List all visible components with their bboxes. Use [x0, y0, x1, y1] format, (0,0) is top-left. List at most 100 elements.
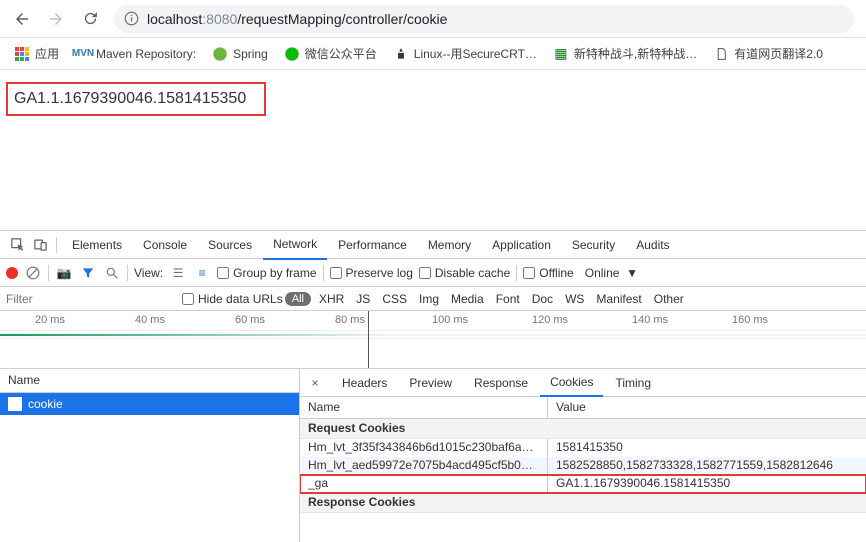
filter-other[interactable]: Other [648, 289, 690, 309]
timeline[interactable]: 20 ms 40 ms 60 ms 80 ms 100 ms 120 ms 14… [0, 311, 866, 369]
filter-icon[interactable] [79, 264, 97, 282]
tab-console[interactable]: Console [133, 231, 197, 259]
cookie-value-display: GA1.1.1679390046.1581415350 [6, 82, 266, 116]
spring-icon [212, 46, 228, 62]
throttling-select[interactable]: Online ▼ [580, 264, 643, 282]
request-name: cookie [28, 397, 63, 411]
tab-preview[interactable]: Preview [399, 370, 462, 396]
device-icon[interactable] [29, 234, 51, 256]
timeline-tick: 40 ms [100, 311, 200, 330]
request-detail: × Headers Preview Response Cookies Timin… [300, 369, 866, 542]
arrow-left-icon [13, 10, 31, 28]
record-button[interactable] [6, 267, 18, 279]
reload-icon [82, 10, 99, 27]
maven-icon: MVN [75, 46, 91, 62]
inspect-icon[interactable] [6, 234, 28, 256]
filter-js[interactable]: JS [350, 289, 376, 309]
file-icon [8, 397, 22, 411]
filter-img[interactable]: Img [413, 289, 445, 309]
tab-network[interactable]: Network [263, 230, 327, 260]
timeline-tick: 60 ms [200, 311, 300, 330]
tab-sources[interactable]: Sources [198, 231, 262, 259]
tab-application[interactable]: Application [482, 231, 561, 259]
tab-memory[interactable]: Memory [418, 231, 481, 259]
bookmarks-bar: 应用 MVN Maven Repository: Spring 微信公众平台 L… [0, 38, 866, 70]
request-list: Name cookie [0, 369, 300, 542]
apps-icon [14, 46, 30, 62]
timeline-tick: 120 ms [500, 311, 600, 330]
preserve-log-checkbox[interactable]: Preserve log [330, 266, 413, 280]
view-label: View: [134, 266, 163, 280]
filter-all[interactable]: All [285, 292, 311, 306]
tab-audits[interactable]: Audits [626, 231, 679, 259]
filter-bar: Hide data URLs All XHR JS CSS Img Media … [0, 287, 866, 311]
tab-response[interactable]: Response [464, 370, 538, 396]
timeline-tick: 160 ms [700, 311, 800, 330]
timeline-tick: 100 ms [400, 311, 500, 330]
filter-ws[interactable]: WS [559, 289, 590, 309]
linux-icon [393, 46, 409, 62]
timeline-tick: 140 ms [600, 311, 700, 330]
wechat-icon [284, 46, 300, 62]
offline-checkbox[interactable]: Offline [523, 266, 573, 280]
tab-cookies[interactable]: Cookies [540, 369, 603, 397]
disable-cache-checkbox[interactable]: Disable cache [419, 266, 510, 280]
waterfall-view-icon[interactable]: ≡ [193, 264, 211, 282]
address-bar[interactable]: localhost:8080/requestMapping/controller… [114, 5, 854, 33]
request-list-header: Name [0, 369, 299, 393]
url-text: localhost:8080/requestMapping/controller… [147, 11, 447, 27]
filter-media[interactable]: Media [445, 289, 490, 309]
cookie-table-header: Name Value [300, 397, 866, 419]
document-icon [713, 46, 729, 62]
browser-toolbar: localhost:8080/requestMapping/controller… [0, 0, 866, 38]
clear-icon[interactable] [24, 264, 42, 282]
tab-timing[interactable]: Timing [605, 370, 661, 396]
cookie-table: Name Value Request Cookies Hm_lvt_3f35f3… [300, 397, 866, 542]
hide-data-urls-checkbox[interactable]: Hide data URLs [182, 292, 283, 306]
bookmark-wechat[interactable]: 微信公众平台 [278, 42, 383, 65]
arrow-right-icon [47, 10, 65, 28]
close-detail-button[interactable]: × [306, 374, 324, 392]
info-icon[interactable] [124, 11, 139, 26]
bookmark-apps[interactable]: 应用 [8, 42, 65, 65]
list-view-icon[interactable]: ☰ [169, 264, 187, 282]
tab-elements[interactable]: Elements [62, 231, 132, 259]
bookmark-youdao[interactable]: 有道网页翻译2.0 [707, 42, 829, 65]
timeline-tick: 20 ms [0, 311, 100, 330]
page-content: GA1.1.1679390046.1581415350 [0, 70, 866, 230]
cookie-row[interactable]: Hm_lvt_aed59972e7075b4acd495cf5b000c257 … [300, 457, 866, 475]
filter-manifest[interactable]: Manifest [590, 289, 647, 309]
response-cookies-section: Response Cookies [300, 493, 866, 513]
request-cookies-section: Request Cookies [300, 419, 866, 439]
search-icon[interactable] [103, 264, 121, 282]
tab-security[interactable]: Security [562, 231, 625, 259]
col-value[interactable]: Value [548, 397, 866, 418]
request-item[interactable]: cookie [0, 393, 299, 415]
tab-performance[interactable]: Performance [328, 231, 417, 259]
filter-font[interactable]: Font [490, 289, 526, 309]
bookmark-maven[interactable]: MVN Maven Repository: [69, 43, 202, 65]
game-icon: ▦ [553, 46, 569, 62]
forward-button[interactable] [42, 5, 70, 33]
cookie-row-ga[interactable]: _ga GA1.1.1679390046.1581415350 [300, 475, 866, 493]
bookmark-xtz[interactable]: ▦ 新特种战斗,新特种战… [547, 42, 703, 65]
filter-xhr[interactable]: XHR [313, 289, 350, 309]
bookmark-linux[interactable]: Linux--用SecureCRT… [387, 42, 543, 65]
network-split: Name cookie × Headers Preview Response C… [0, 369, 866, 542]
filter-input[interactable] [0, 289, 182, 309]
back-button[interactable] [8, 5, 36, 33]
bookmark-spring[interactable]: Spring [206, 43, 274, 65]
col-name[interactable]: Name [300, 397, 548, 418]
timeline-tick: 80 ms [300, 311, 400, 330]
cookie-row[interactable]: Hm_lvt_3f35f343846b6d1015c230baf6ae88e4 … [300, 439, 866, 457]
group-by-frame-checkbox[interactable]: Group by frame [217, 266, 316, 280]
devtools: Elements Console Sources Network Perform… [0, 230, 866, 542]
network-toolbar: 📷 View: ☰ ≡ Group by frame Preserve log … [0, 259, 866, 287]
devtools-tabs: Elements Console Sources Network Perform… [0, 231, 866, 259]
camera-icon[interactable]: 📷 [55, 264, 73, 282]
filter-doc[interactable]: Doc [526, 289, 559, 309]
timeline-cursor [368, 311, 369, 368]
filter-css[interactable]: CSS [376, 289, 413, 309]
tab-headers[interactable]: Headers [332, 370, 397, 396]
reload-button[interactable] [76, 5, 104, 33]
